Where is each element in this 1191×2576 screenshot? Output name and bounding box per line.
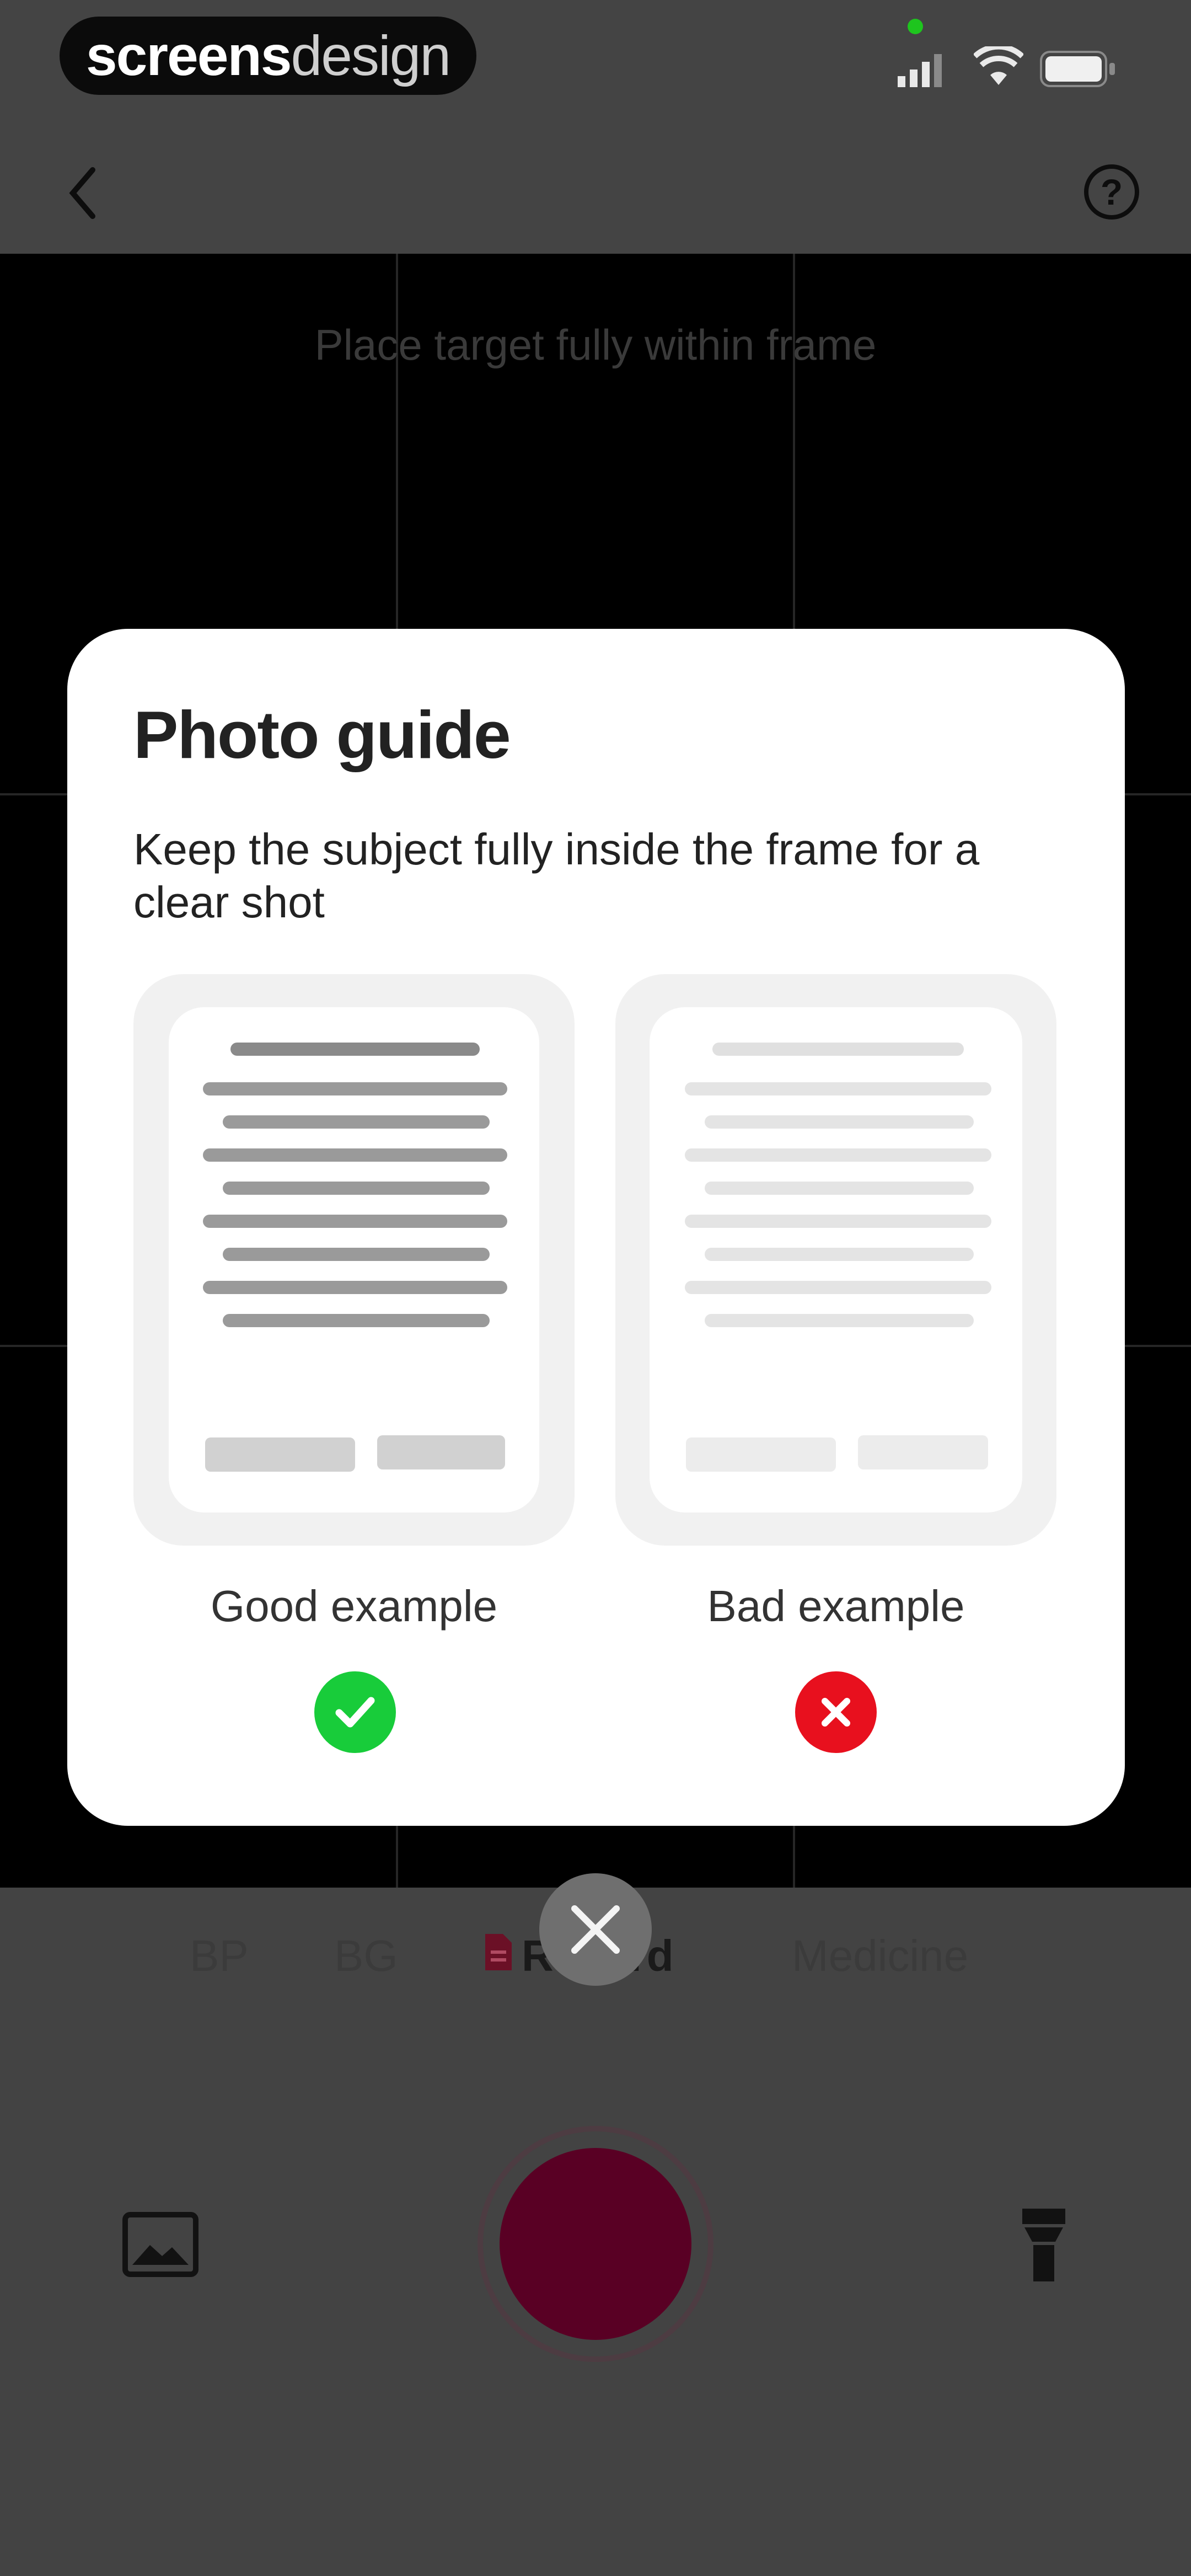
tab-bg[interactable]: BG: [334, 1931, 398, 1981]
help-button[interactable]: ?: [1084, 164, 1139, 220]
bad-example-label: Bad example: [707, 1581, 965, 1631]
close-icon: [571, 1905, 620, 1954]
good-example-document: [169, 1007, 539, 1513]
bad-example-document: [650, 1007, 1022, 1513]
battery-icon: [1040, 51, 1115, 87]
nav-bar: [0, 121, 1191, 254]
check-icon: [335, 1697, 375, 1728]
wifi-icon: [974, 46, 1023, 85]
tab-bp[interactable]: BP: [190, 1931, 249, 1981]
back-button[interactable]: [55, 160, 110, 226]
signal-icon: [898, 54, 942, 87]
shutter-button[interactable]: [500, 2148, 691, 2340]
tab-medicine[interactable]: Medicine: [792, 1931, 968, 1981]
modal-title: Photo guide: [133, 697, 511, 772]
x-icon: [822, 1698, 850, 1727]
help-circle-icon: ?: [1100, 172, 1123, 212]
gallery-button[interactable]: [122, 2212, 198, 2277]
bad-badge: [795, 1671, 877, 1753]
brand-part2: design: [291, 24, 452, 87]
flashlight-icon[interactable]: [1020, 2206, 1067, 2284]
modal-description: Keep the subject fully inside the frame …: [133, 825, 980, 927]
screensdesign-logo: screens design: [60, 17, 476, 95]
document-icon: [485, 1934, 512, 1970]
close-button[interactable]: [539, 1873, 652, 1986]
camera-active-indicator: [908, 19, 923, 34]
gallery-icon: [132, 2245, 189, 2265]
good-badge: [314, 1671, 396, 1753]
good-example-label: Good example: [210, 1581, 498, 1631]
brand-part1: screens: [85, 24, 292, 87]
camera-hint: Place target fully within frame: [314, 320, 877, 369]
chevron-left-icon: [69, 167, 95, 219]
